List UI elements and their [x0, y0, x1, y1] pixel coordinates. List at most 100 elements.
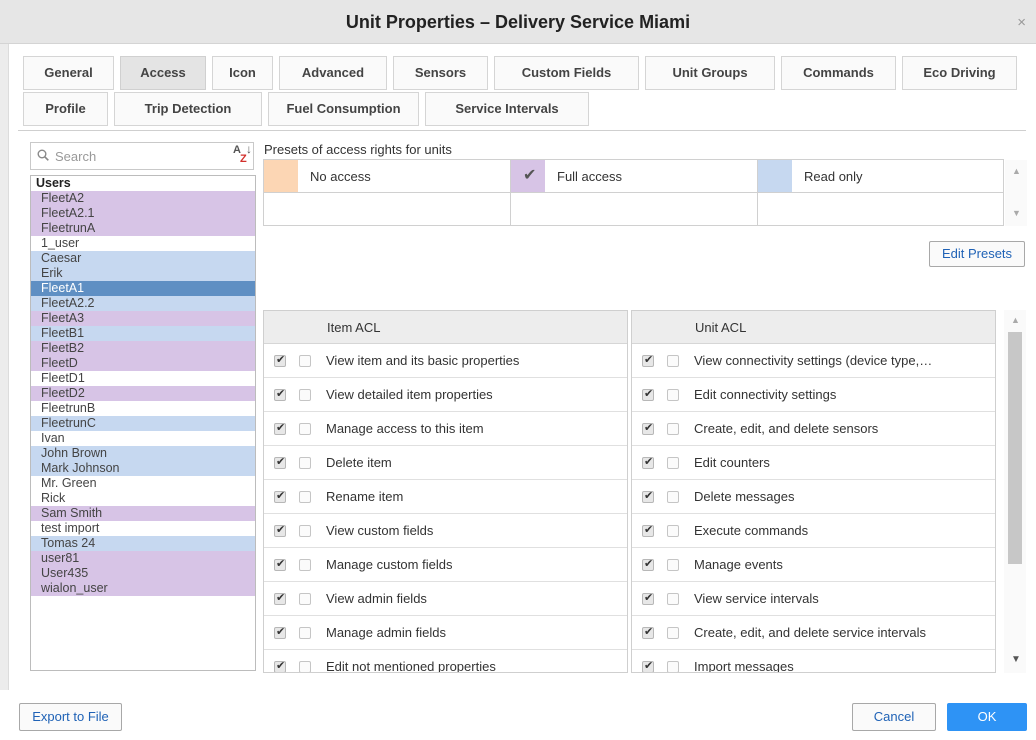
user-list-item[interactable]: Sam Smith: [31, 506, 255, 521]
scroll-up-icon[interactable]: ▲: [1011, 315, 1020, 325]
user-list-item[interactable]: Mark Johnson: [31, 461, 255, 476]
sort-az-icon[interactable]: A Z ↓: [232, 143, 254, 165]
acl-checkbox[interactable]: [274, 421, 286, 435]
acl-secondary-checkbox[interactable]: [667, 491, 679, 503]
acl-secondary-checkbox[interactable]: [667, 627, 679, 639]
tab-advanced[interactable]: Advanced: [279, 56, 387, 90]
users-list[interactable]: Users FleetA2 FleetA2.1 FleetrunA 1_user Cae…: [30, 175, 256, 671]
acl-secondary-checkbox[interactable]: [299, 593, 311, 605]
ok-button[interactable]: OK: [947, 703, 1027, 731]
acl-checkbox[interactable]: [642, 625, 654, 639]
acl-checkbox[interactable]: [274, 591, 286, 605]
user-list-item[interactable]: 1_user: [31, 236, 255, 251]
user-list-item[interactable]: FleetA2.1: [31, 206, 255, 221]
acl-checkbox[interactable]: [642, 523, 654, 537]
user-list-item[interactable]: Rick: [31, 491, 255, 506]
tab-sensors[interactable]: Sensors: [393, 56, 488, 90]
acl-row-label: Manage admin fields: [326, 625, 446, 640]
acl-checkbox[interactable]: [642, 489, 654, 503]
acl-secondary-checkbox[interactable]: [667, 355, 679, 367]
user-list-item[interactable]: FleetB2: [31, 341, 255, 356]
acl-checkbox[interactable]: [642, 659, 654, 672]
user-list-item[interactable]: FleetA3: [31, 311, 255, 326]
user-list-item[interactable]: John Brown: [31, 446, 255, 461]
acl-secondary-checkbox[interactable]: [299, 423, 311, 435]
acl-checkbox[interactable]: [274, 523, 286, 537]
tab-unit-groups[interactable]: Unit Groups: [645, 56, 775, 90]
acl-checkbox[interactable]: [274, 557, 286, 571]
user-list-item[interactable]: FleetB1: [31, 326, 255, 341]
acl-secondary-checkbox[interactable]: [667, 661, 679, 672]
acl-checkbox[interactable]: [642, 421, 654, 435]
tab-profile[interactable]: Profile: [23, 92, 108, 126]
user-list-item[interactable]: Erik: [31, 266, 255, 281]
user-list-item[interactable]: Tomas 24: [31, 536, 255, 551]
tab-access[interactable]: Access: [120, 56, 206, 90]
edit-presets-button[interactable]: Edit Presets: [929, 241, 1025, 267]
acl-secondary-checkbox[interactable]: [299, 457, 311, 469]
tab-icon[interactable]: Icon: [212, 56, 273, 90]
user-list-item[interactable]: FleetA2.2: [31, 296, 255, 311]
acl-secondary-checkbox[interactable]: [667, 559, 679, 571]
tab-service-intervals[interactable]: Service Intervals: [425, 92, 589, 126]
scroll-down-icon[interactable]: ▼: [1011, 654, 1021, 665]
acl-secondary-checkbox[interactable]: [299, 525, 311, 537]
user-list-item[interactable]: FleetrunC: [31, 416, 255, 431]
tab-trip-detection[interactable]: Trip Detection: [114, 92, 262, 126]
acl-secondary-checkbox[interactable]: [299, 627, 311, 639]
user-list-item[interactable]: test import: [31, 521, 255, 536]
acl-checkbox[interactable]: [642, 455, 654, 469]
user-list-item[interactable]: FleetA2: [31, 191, 255, 206]
acl-secondary-checkbox[interactable]: [299, 491, 311, 503]
user-list-item[interactable]: User435: [31, 566, 255, 581]
user-list-item[interactable]: wialon_user: [31, 581, 255, 596]
acl-checkbox[interactable]: [274, 625, 286, 639]
acl-checkbox[interactable]: [274, 659, 286, 672]
acl-checkbox[interactable]: [642, 557, 654, 571]
acl-secondary-checkbox[interactable]: [299, 355, 311, 367]
tab-commands[interactable]: Commands: [781, 56, 896, 90]
user-list-item[interactable]: Ivan: [31, 431, 255, 446]
scroll-up-icon[interactable]: ▲: [1012, 166, 1021, 176]
scrollbar-thumb[interactable]: [1008, 332, 1022, 564]
user-list-item[interactable]: FleetrunA: [31, 221, 255, 236]
acl-checkbox[interactable]: [642, 353, 654, 367]
acl-secondary-checkbox[interactable]: [667, 593, 679, 605]
acl-secondary-checkbox[interactable]: [667, 457, 679, 469]
user-list-item[interactable]: Mr. Green: [31, 476, 255, 491]
acl-checkbox[interactable]: [642, 387, 654, 401]
user-list-item[interactable]: FleetD1: [31, 371, 255, 386]
search-input[interactable]: [55, 146, 225, 166]
acl-row: Execute commands: [632, 514, 995, 548]
user-list-item[interactable]: FleetrunB: [31, 401, 255, 416]
tab-eco-driving[interactable]: Eco Driving: [902, 56, 1017, 90]
preset-full-access[interactable]: ✔ Full access: [511, 160, 758, 193]
export-to-file-button[interactable]: Export to File: [19, 703, 122, 731]
acl-scrollbar[interactable]: ▲ ▼: [1004, 310, 1026, 673]
user-list-item[interactable]: FleetA1: [31, 281, 255, 296]
acl-secondary-checkbox[interactable]: [667, 423, 679, 435]
presets-scrollbar[interactable]: ▲ ▼: [1005, 160, 1027, 226]
tab-fuel-consumption[interactable]: Fuel Consumption: [268, 92, 419, 126]
user-list-item[interactable]: FleetD: [31, 356, 255, 371]
acl-checkbox[interactable]: [274, 353, 286, 367]
user-list-item[interactable]: Caesar: [31, 251, 255, 266]
acl-secondary-checkbox[interactable]: [299, 559, 311, 571]
close-icon[interactable]: ×: [1017, 14, 1026, 31]
acl-secondary-checkbox[interactable]: [299, 661, 311, 672]
user-list-item[interactable]: user81: [31, 551, 255, 566]
acl-checkbox[interactable]: [274, 455, 286, 469]
tab-general[interactable]: General: [23, 56, 114, 90]
acl-secondary-checkbox[interactable]: [299, 389, 311, 401]
preset-read-only[interactable]: Read only: [758, 160, 1004, 193]
scroll-down-icon[interactable]: ▼: [1012, 208, 1021, 218]
acl-checkbox[interactable]: [274, 489, 286, 503]
acl-secondary-checkbox[interactable]: [667, 389, 679, 401]
acl-checkbox[interactable]: [642, 591, 654, 605]
user-list-item[interactable]: FleetD2: [31, 386, 255, 401]
preset-no-access[interactable]: No access: [264, 160, 511, 193]
tab-custom-fields[interactable]: Custom Fields: [494, 56, 639, 90]
acl-checkbox[interactable]: [274, 387, 286, 401]
cancel-button[interactable]: Cancel: [852, 703, 936, 731]
acl-secondary-checkbox[interactable]: [667, 525, 679, 537]
